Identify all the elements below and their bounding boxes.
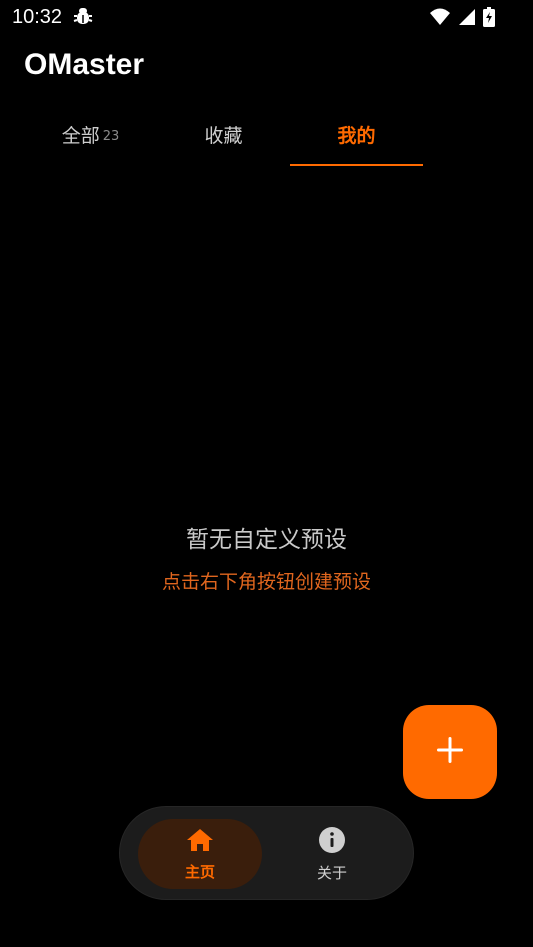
nav-item-home-label: 主页	[184, 862, 215, 881]
nav-item-about-label: 关于	[316, 863, 347, 882]
nav-item-about[interactable]: 关于	[270, 819, 394, 889]
status-icons	[429, 7, 495, 31]
nav-item-home[interactable]: 主页	[138, 819, 262, 889]
wifi-icon	[429, 7, 451, 31]
bug-icon	[72, 6, 94, 32]
tab-all-label: 全部	[61, 124, 100, 147]
status-bar: 10:32	[0, 0, 533, 36]
app-title: OMaster	[24, 48, 145, 81]
tab-mine[interactable]: 我的	[290, 104, 423, 164]
home-icon	[185, 827, 215, 857]
info-icon	[318, 826, 346, 858]
tab-indicator	[290, 164, 423, 166]
battery-icon	[483, 7, 495, 31]
tab-mine-label: 我的	[337, 124, 376, 147]
tab-favorites[interactable]: 收藏	[157, 104, 290, 164]
tab-bar: 全部 23 收藏 我的	[24, 104, 423, 166]
plus-icon	[434, 734, 466, 770]
tab-favorites-label: 收藏	[204, 124, 243, 147]
app-screen: 10:32 OMaster 全部 23 收藏 我的 暂无自定义预设 点击右下角按…	[0, 0, 533, 947]
add-preset-button[interactable]	[403, 705, 497, 799]
bottom-navigation: 主页 关于	[119, 806, 414, 900]
tab-all[interactable]: 全部 23	[24, 104, 157, 164]
signal-icon	[457, 7, 477, 31]
tab-all-count-badge: 23	[102, 128, 120, 144]
empty-state-hint: 点击右下角按钮创建预设	[161, 571, 371, 593]
empty-state-title: 暂无自定义预设	[186, 527, 347, 553]
status-time: 10:32	[12, 6, 63, 28]
